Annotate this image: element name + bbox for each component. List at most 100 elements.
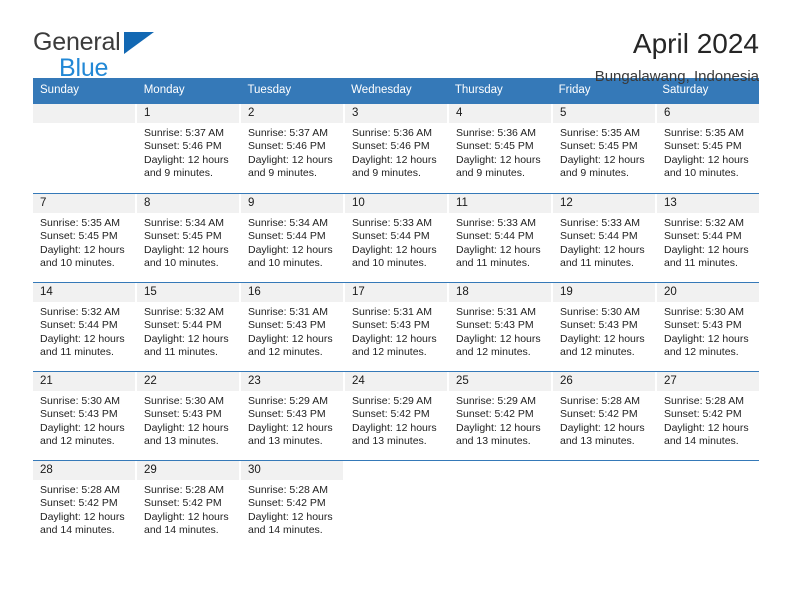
daylight-text: Daylight: 12 hours and 10 minutes. (40, 243, 125, 270)
day-cell-19[interactable]: 19 Sunrise: 5:30 AM Sunset: 5:43 PM Dayligh… (553, 282, 657, 371)
week-row: 14 Sunrise: 5:32 AM Sunset: 5:44 PM Dayligh… (33, 281, 759, 371)
day-number: 6 (657, 103, 759, 123)
sunrise-text: Sunrise: 5:37 AM (248, 126, 328, 139)
sunrise-text: Sunrise: 5:28 AM (664, 394, 744, 407)
day-cell-empty (345, 460, 449, 549)
day-info: Sunrise: 5:35 AM Sunset: 5:45 PM Daylight:… (33, 213, 135, 271)
sunrise-text: Sunrise: 5:30 AM (664, 305, 744, 318)
day-cell-12[interactable]: 12 Sunrise: 5:33 AM Sunset: 5:44 PM Dayligh… (553, 193, 657, 282)
day-cell-6[interactable]: 6 Sunrise: 5:35 AM Sunset: 5:45 PM Daylight… (657, 103, 759, 193)
day-cell-22[interactable]: 22 Sunrise: 5:30 AM Sunset: 5:43 PM Dayligh… (137, 371, 241, 460)
daylight-text: Daylight: 12 hours and 11 minutes. (664, 243, 749, 270)
day-number: 14 (33, 282, 135, 302)
day-number (33, 103, 135, 123)
sunrise-text: Sunrise: 5:28 AM (560, 394, 640, 407)
day-cell-13[interactable]: 13 Sunrise: 5:32 AM Sunset: 5:44 PM Dayligh… (657, 193, 759, 282)
daylight-text: Daylight: 12 hours and 10 minutes. (664, 153, 749, 180)
day-cell-27[interactable]: 27 Sunrise: 5:28 AM Sunset: 5:42 PM Dayligh… (657, 371, 759, 460)
sunset-text: Sunset: 5:43 PM (248, 408, 326, 421)
sunrise-text: Sunrise: 5:33 AM (352, 216, 432, 229)
day-cell-20[interactable]: 20 Sunrise: 5:30 AM Sunset: 5:43 PM Dayligh… (657, 282, 759, 371)
week-row: 1 Sunrise: 5:37 AM Sunset: 5:46 PM Daylight… (33, 103, 759, 193)
sunset-text: Sunset: 5:42 PM (456, 408, 534, 421)
triangle-flag-icon (123, 32, 154, 54)
sunset-text: Sunset: 5:43 PM (144, 408, 222, 421)
daylight-text: Daylight: 12 hours and 12 minutes. (352, 332, 437, 359)
day-cell-14[interactable]: 14 Sunrise: 5:32 AM Sunset: 5:44 PM Dayligh… (33, 282, 137, 371)
page-header: General Blue April 2024 Bungalawang, Ind… (0, 0, 792, 85)
day-cell-23[interactable]: 23 Sunrise: 5:29 AM Sunset: 5:43 PM Dayligh… (241, 371, 345, 460)
day-number: 22 (137, 371, 239, 391)
sunset-text: Sunset: 5:45 PM (664, 140, 742, 153)
sunrise-text: Sunrise: 5:35 AM (560, 126, 640, 139)
day-info: Sunrise: 5:32 AM Sunset: 5:44 PM Daylight:… (33, 302, 135, 360)
day-cell-10[interactable]: 10 Sunrise: 5:33 AM Sunset: 5:44 PM Dayligh… (345, 193, 449, 282)
daylight-text: Daylight: 12 hours and 14 minutes. (144, 510, 229, 537)
day-number: 12 (553, 193, 655, 213)
day-info: Sunrise: 5:37 AM Sunset: 5:46 PM Daylight:… (241, 123, 343, 181)
day-cell-21[interactable]: 21 Sunrise: 5:30 AM Sunset: 5:43 PM Dayligh… (33, 371, 137, 460)
day-number (553, 460, 655, 480)
day-info: Sunrise: 5:34 AM Sunset: 5:44 PM Daylight:… (241, 213, 343, 271)
sunrise-text: Sunrise: 5:28 AM (40, 483, 120, 496)
daylight-text: Daylight: 12 hours and 11 minutes. (456, 243, 541, 270)
daylight-text: Daylight: 12 hours and 13 minutes. (248, 421, 333, 448)
day-number: 5 (553, 103, 655, 123)
day-cell-25[interactable]: 25 Sunrise: 5:29 AM Sunset: 5:42 PM Dayligh… (449, 371, 553, 460)
day-cell-15[interactable]: 15 Sunrise: 5:32 AM Sunset: 5:44 PM Dayligh… (137, 282, 241, 371)
daylight-text: Daylight: 12 hours and 13 minutes. (456, 421, 541, 448)
sunrise-text: Sunrise: 5:33 AM (456, 216, 536, 229)
weekday-header-sunday: Sunday (40, 84, 80, 96)
sunrise-text: Sunrise: 5:30 AM (40, 394, 120, 407)
sunset-text: Sunset: 5:45 PM (40, 230, 118, 243)
sunset-text: Sunset: 5:43 PM (248, 319, 326, 332)
day-cell-18[interactable]: 18 Sunrise: 5:31 AM Sunset: 5:43 PM Dayligh… (449, 282, 553, 371)
day-info: Sunrise: 5:28 AM Sunset: 5:42 PM Daylight:… (553, 391, 655, 449)
sunset-text: Sunset: 5:43 PM (664, 319, 742, 332)
sunrise-text: Sunrise: 5:32 AM (144, 305, 224, 318)
calendar-page: General Blue April 2024 Bungalawang, Ind… (0, 0, 792, 612)
daylight-text: Daylight: 12 hours and 12 minutes. (664, 332, 749, 359)
daylight-text: Daylight: 12 hours and 9 minutes. (560, 153, 645, 180)
day-cell-empty (553, 460, 657, 549)
sunrise-text: Sunrise: 5:36 AM (352, 126, 432, 139)
day-cell-11[interactable]: 11 Sunrise: 5:33 AM Sunset: 5:44 PM Dayligh… (449, 193, 553, 282)
sunrise-text: Sunrise: 5:29 AM (248, 394, 328, 407)
daylight-text: Daylight: 12 hours and 9 minutes. (456, 153, 541, 180)
day-cell-2[interactable]: 2 Sunrise: 5:37 AM Sunset: 5:46 PM Daylight… (241, 103, 345, 193)
day-cell-8[interactable]: 8 Sunrise: 5:34 AM Sunset: 5:45 PM Daylight… (137, 193, 241, 282)
brand-logo[interactable]: General Blue (33, 26, 154, 81)
sunset-text: Sunset: 5:44 PM (144, 319, 222, 332)
day-cell-24[interactable]: 24 Sunrise: 5:29 AM Sunset: 5:42 PM Dayligh… (345, 371, 449, 460)
day-info: Sunrise: 5:32 AM Sunset: 5:44 PM Daylight:… (657, 213, 759, 271)
sunset-text: Sunset: 5:43 PM (352, 319, 430, 332)
day-cell-30[interactable]: 30 Sunrise: 5:28 AM Sunset: 5:42 PM Dayligh… (241, 460, 345, 549)
day-number: 18 (449, 282, 551, 302)
daylight-text: Daylight: 12 hours and 10 minutes. (248, 243, 333, 270)
day-cell-5[interactable]: 5 Sunrise: 5:35 AM Sunset: 5:45 PM Daylight… (553, 103, 657, 193)
day-cell-4[interactable]: 4 Sunrise: 5:36 AM Sunset: 5:45 PM Daylight… (449, 103, 553, 193)
day-number: 8 (137, 193, 239, 213)
daylight-text: Daylight: 12 hours and 13 minutes. (352, 421, 437, 448)
day-cell-16[interactable]: 16 Sunrise: 5:31 AM Sunset: 5:43 PM Dayligh… (241, 282, 345, 371)
day-cell-17[interactable]: 17 Sunrise: 5:31 AM Sunset: 5:43 PM Dayligh… (345, 282, 449, 371)
day-cell-29[interactable]: 29 Sunrise: 5:28 AM Sunset: 5:42 PM Dayligh… (137, 460, 241, 549)
day-info: Sunrise: 5:33 AM Sunset: 5:44 PM Daylight:… (449, 213, 551, 271)
sunset-text: Sunset: 5:46 PM (352, 140, 430, 153)
sunrise-text: Sunrise: 5:29 AM (352, 394, 432, 407)
day-cell-7[interactable]: 7 Sunrise: 5:35 AM Sunset: 5:45 PM Daylight… (33, 193, 137, 282)
day-number: 2 (241, 103, 343, 123)
day-info: Sunrise: 5:36 AM Sunset: 5:46 PM Daylight:… (345, 123, 447, 181)
weekday-header-monday: Monday (143, 84, 185, 96)
sunset-text: Sunset: 5:45 PM (456, 140, 534, 153)
day-cell-28[interactable]: 28 Sunrise: 5:28 AM Sunset: 5:42 PM Dayligh… (33, 460, 137, 549)
calendar-weeks: 1 Sunrise: 5:37 AM Sunset: 5:46 PM Daylight… (33, 103, 759, 549)
day-number: 21 (33, 371, 135, 391)
day-cell-9[interactable]: 9 Sunrise: 5:34 AM Sunset: 5:44 PM Daylight… (241, 193, 345, 282)
sunset-text: Sunset: 5:45 PM (144, 230, 222, 243)
day-cell-3[interactable]: 3 Sunrise: 5:36 AM Sunset: 5:46 PM Daylight… (345, 103, 449, 193)
day-cell-1[interactable]: 1 Sunrise: 5:37 AM Sunset: 5:46 PM Daylight… (137, 103, 241, 193)
sunrise-text: Sunrise: 5:28 AM (248, 483, 328, 496)
title-block: April 2024 Bungalawang, Indonesia (595, 26, 759, 86)
day-cell-26[interactable]: 26 Sunrise: 5:28 AM Sunset: 5:42 PM Dayligh… (553, 371, 657, 460)
